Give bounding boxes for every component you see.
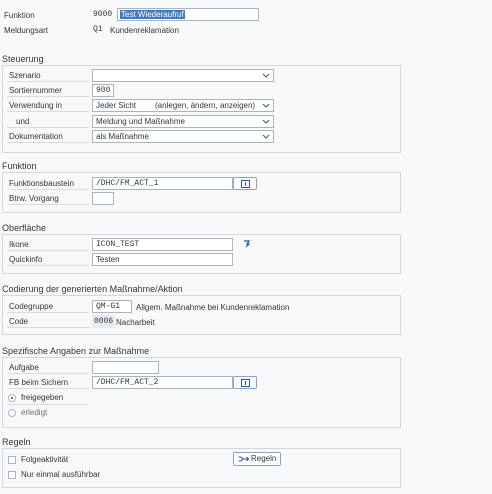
verwendung-label: Verwendung in	[7, 100, 89, 112]
verwendung-dropdown[interactable]: Jeder Sicht (anlegen, ändern, anzeigen)	[92, 99, 274, 112]
und-dropdown[interactable]: Meldung und Maßnahme	[92, 115, 274, 128]
radio-freigegeben-label: freigegeben	[21, 393, 64, 402]
nur-einmal-checkbox[interactable]	[8, 471, 16, 479]
radio-erledigt[interactable]	[8, 409, 16, 417]
meldungsart-text: Kundenreklamation	[110, 26, 179, 35]
aufgabe-field[interactable]	[92, 361, 159, 374]
btrw-vorgang-field[interactable]	[92, 192, 114, 205]
test-icon	[244, 240, 251, 248]
code-text: Nacharbeit	[116, 318, 155, 327]
chevron-down-icon	[262, 73, 270, 78]
sortiernummer-field[interactable]: 900	[92, 84, 114, 97]
sortiernummer-label: Sortiernummer	[7, 85, 89, 97]
und-value: Meldung und Maßnahme	[96, 117, 185, 126]
funktion-section-title: Funktion	[2, 161, 37, 171]
codierung-title: Codierung der generierten Maßnahme/Aktio…	[2, 284, 183, 294]
info-icon	[241, 379, 250, 387]
meldungsart-label: Meldungsart	[4, 26, 49, 35]
funktion-label: Funktion	[4, 11, 35, 20]
szenario-label: Szenario	[7, 70, 89, 82]
meldungsart-value: Q1	[93, 25, 103, 34]
fb-beim-sichern-info-button[interactable]	[233, 376, 257, 389]
regeln-group	[2, 448, 401, 488]
steuerung-title: Steuerung	[2, 54, 44, 64]
und-label: und	[7, 116, 89, 128]
funktion-text-field[interactable]: Test Wiederaufruf	[117, 8, 259, 21]
info-icon	[241, 180, 250, 188]
regeln-button[interactable]: Regeln	[233, 452, 282, 466]
fb-beim-sichern-field[interactable]: /DHC/FM_ACT_2	[92, 376, 233, 389]
codegruppe-label: Codegruppe	[7, 301, 89, 313]
verwendung-value: Jeder Sicht	[96, 101, 137, 110]
chevron-down-icon	[262, 103, 270, 108]
szenario-dropdown[interactable]	[92, 69, 274, 82]
radio-freigegeben[interactable]	[8, 394, 16, 402]
chevron-down-icon	[262, 134, 270, 139]
regeln-title: Regeln	[2, 437, 31, 447]
quickinfo-label: Quickinfo	[7, 254, 89, 266]
dokumentation-value: als Maßnahme	[96, 132, 149, 141]
folgeaktivitaet-checkbox[interactable]	[8, 456, 16, 464]
radio-erledigt-label: erledigt	[21, 408, 48, 417]
funktionsbaustein-field[interactable]: /DHC/FM_ACT_1	[92, 177, 233, 190]
codegruppe-field[interactable]: QM-G1	[92, 300, 132, 313]
oberflaeche-title: Oberfläche	[2, 223, 47, 233]
spezifisch-title: Spezifische Angaben zur Maßnahme	[2, 346, 150, 356]
funktionsbaustein-info-button[interactable]	[233, 177, 257, 190]
regeln-button-label: Regeln	[251, 454, 277, 463]
codegruppe-text: Allgem. Maßnahme bei Kundenreklamation	[136, 303, 290, 312]
funktion-number: 9000	[93, 10, 113, 19]
dokumentation-dropdown[interactable]: als Maßnahme	[92, 130, 274, 143]
quickinfo-field[interactable]: Testen	[92, 253, 233, 266]
code-value: 0006	[92, 315, 116, 328]
chevron-down-icon	[262, 119, 270, 124]
fb-beim-sichern-label: FB beim Sichern	[7, 377, 89, 389]
ikone-field[interactable]: ICON_TEST	[92, 238, 233, 251]
folgeaktivitaet-label: Folgeaktivität	[21, 455, 69, 464]
radio-divider	[7, 404, 88, 405]
code-label: Code	[7, 316, 89, 328]
funktion-text-selection: Test Wiederaufruf	[120, 10, 185, 19]
btrw-vorgang-label: Btrw. Vorgang	[7, 193, 89, 205]
nur-einmal-label: Nur einmal ausführbar	[21, 470, 101, 479]
funktionsbaustein-label: Funktionsbaustein	[7, 178, 89, 190]
aufgabe-label: Aufgabe	[7, 362, 89, 374]
ikone-label: Ikone	[7, 239, 89, 251]
verwendung-detail: (anlegen, ändern, anzeigen)	[155, 101, 256, 110]
dokumentation-label: Dokumentation	[7, 131, 89, 143]
rules-icon	[238, 456, 249, 462]
